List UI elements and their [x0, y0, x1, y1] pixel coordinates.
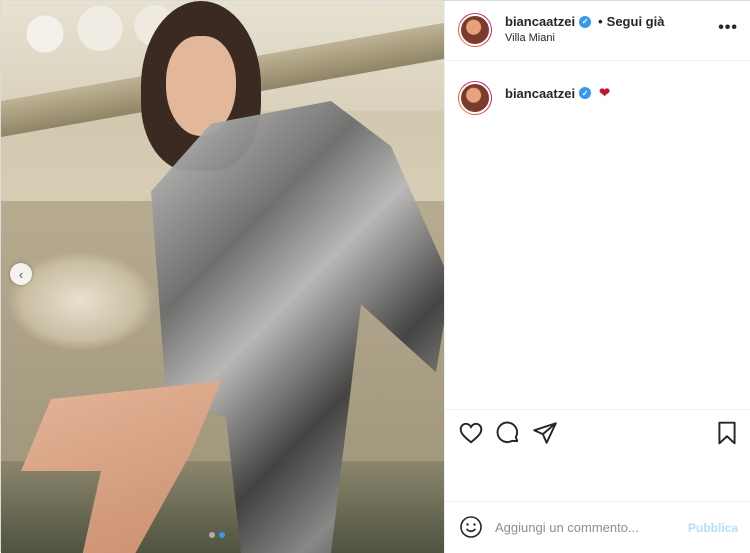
caption-avatar[interactable]: [458, 81, 492, 115]
caption-username-link[interactable]: biancaatzei: [505, 86, 575, 101]
following-button[interactable]: Segui già: [607, 14, 665, 29]
bookmark-icon[interactable]: [714, 420, 740, 446]
instagram-post: ‹ biancaatzei ✓ • Segui già Villa Miani …: [0, 0, 750, 553]
carousel-dot: [209, 532, 215, 538]
chevron-left-icon: ‹: [18, 266, 24, 282]
caption-user-line: biancaatzei ✓ ❤: [505, 85, 610, 101]
carousel-prev-button[interactable]: ‹: [10, 263, 32, 285]
action-bar: [445, 409, 750, 454]
carousel-dot-active: [219, 532, 225, 538]
post-header: biancaatzei ✓ • Segui già Villa Miani ••…: [445, 1, 750, 61]
publish-button[interactable]: Pubblica: [688, 521, 738, 535]
heart-icon[interactable]: [458, 420, 484, 446]
header-user-line: biancaatzei ✓ • Segui già: [505, 14, 664, 29]
avatar[interactable]: [458, 13, 492, 47]
comment-input[interactable]: [495, 514, 680, 540]
verified-icon: ✓: [579, 87, 592, 99]
post-side-panel: biancaatzei ✓ • Segui già Villa Miani ••…: [444, 1, 750, 553]
post-photo[interactable]: ‹: [1, 1, 444, 553]
separator: •: [598, 14, 603, 29]
location-link[interactable]: Villa Miani: [505, 32, 555, 44]
carousel-dots: [209, 532, 225, 538]
more-options-icon[interactable]: •••: [718, 19, 738, 37]
emoji-icon[interactable]: [459, 515, 483, 539]
caption-row: biancaatzei ✓ ❤: [445, 77, 750, 117]
photo-bench: [1, 461, 444, 553]
verified-icon: ✓: [579, 15, 592, 28]
add-comment-bar: Pubblica: [445, 501, 750, 553]
comment-icon[interactable]: [495, 420, 521, 446]
heart-emoji-icon: ❤: [599, 85, 610, 100]
username-link[interactable]: biancaatzei: [505, 14, 575, 29]
share-icon[interactable]: [532, 420, 558, 446]
